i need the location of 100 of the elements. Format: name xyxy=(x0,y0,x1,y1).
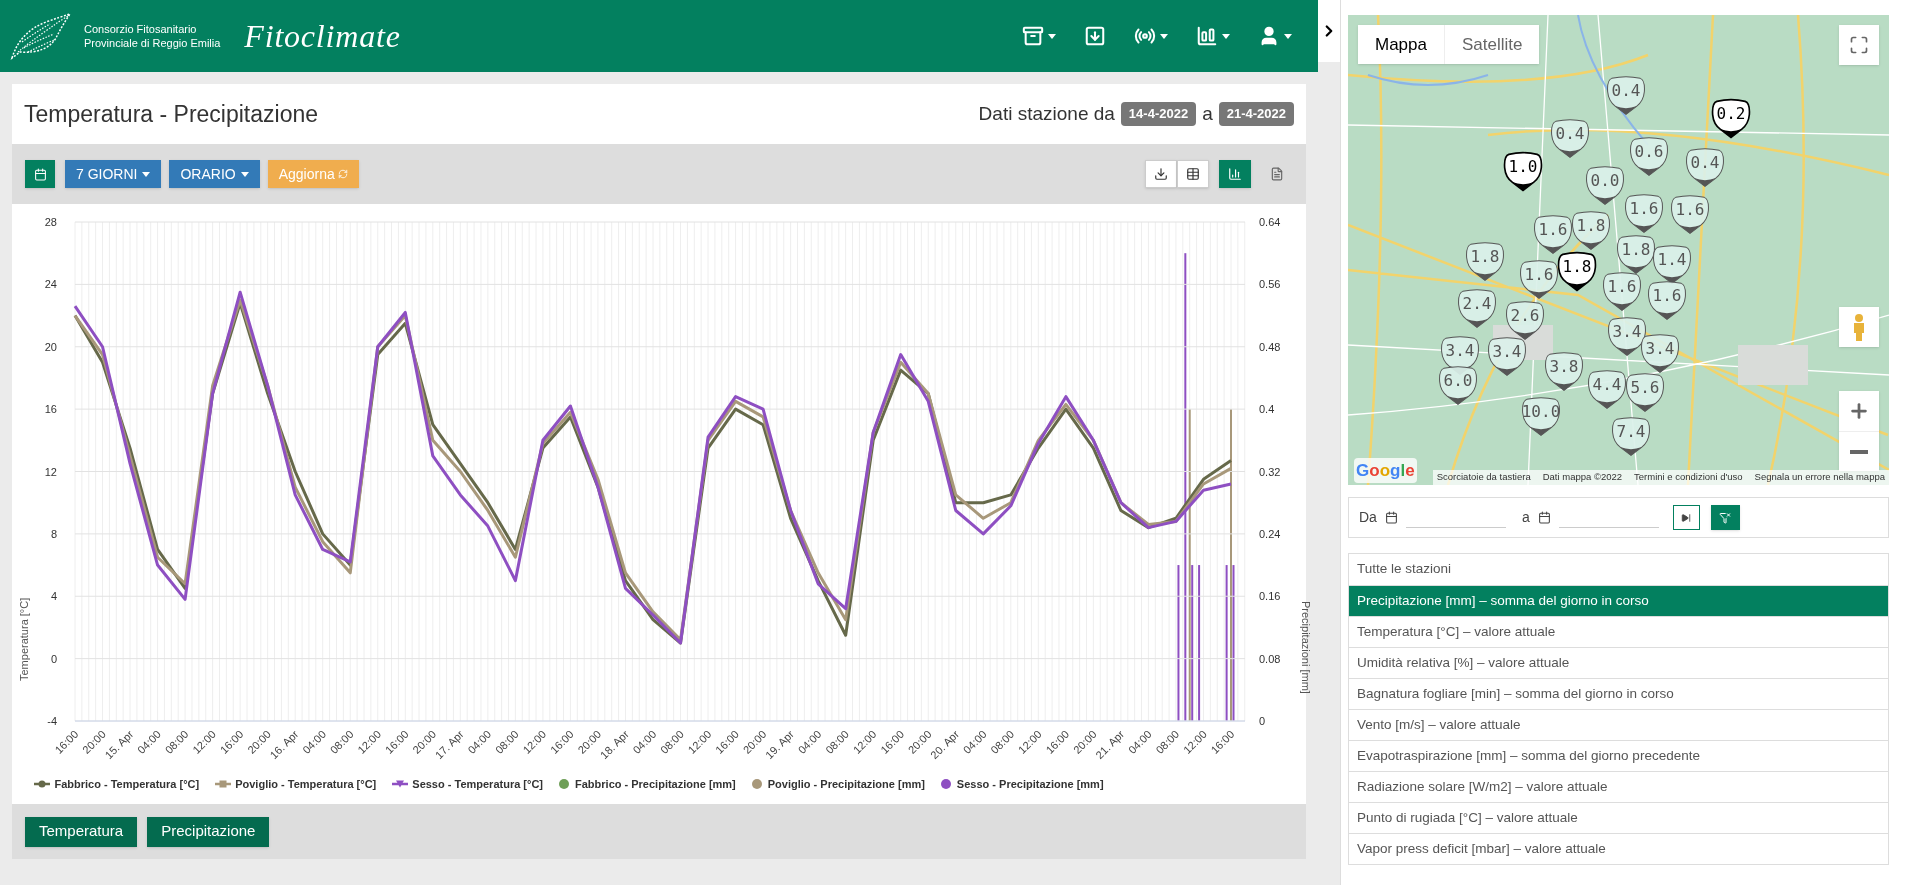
map-attribution-link[interactable]: Dati mappa ©2022 xyxy=(1542,470,1623,485)
leaf-logo-icon xyxy=(10,12,72,60)
map-marker[interactable]: 3.4 xyxy=(1487,336,1527,378)
caret-icon xyxy=(142,171,151,177)
map-marker[interactable]: 1.6 xyxy=(1519,259,1559,301)
axis-tick-label: 0 xyxy=(50,652,57,665)
legend-item[interactable]: Sesso - Precipitazione [mm] xyxy=(940,775,1104,793)
skip-end-button[interactable] xyxy=(1672,505,1700,530)
calendar-button[interactable] xyxy=(25,160,55,188)
map-marker[interactable]: 3.4 xyxy=(1607,316,1647,358)
broadcast-icon xyxy=(1134,25,1156,47)
filter-clear-icon xyxy=(1719,511,1732,524)
map-marker[interactable]: 0.0 xyxy=(1585,165,1625,207)
calendar-icon xyxy=(1537,511,1551,524)
legend-dot-icon xyxy=(559,779,570,789)
minus-icon xyxy=(1850,449,1868,454)
map-marker[interactable]: 3.8 xyxy=(1544,351,1584,393)
variable-list-item[interactable]: Precipitazione [mm] – somma del giorno in corso xyxy=(1349,585,1888,616)
axis-tick-label: 0.08 xyxy=(1259,652,1281,665)
map-marker[interactable]: 1.0 xyxy=(1503,151,1543,193)
calendar-icon xyxy=(33,167,47,181)
map-attribution-link[interactable]: Segnala un errore nella mappa xyxy=(1754,470,1885,485)
map-marker[interactable]: 0.4 xyxy=(1606,75,1646,117)
download-button[interactable] xyxy=(1145,160,1177,188)
header-menu-button[interactable] xyxy=(1134,25,1168,47)
map-marker[interactable]: 5.6 xyxy=(1625,372,1665,414)
clear-filter-button[interactable] xyxy=(1710,505,1740,530)
map-marker[interactable]: 0.6 xyxy=(1629,136,1669,178)
header-menu-button[interactable] xyxy=(1022,25,1056,47)
map-marker[interactable]: 2.4 xyxy=(1457,288,1497,330)
fullscreen-button[interactable] xyxy=(1839,25,1879,65)
download-icon xyxy=(1084,25,1106,47)
legend-item[interactable]: Fabbrico - Precipitazione [mm] xyxy=(559,775,736,793)
axis-tick-label: 0.4 xyxy=(1259,403,1275,416)
axis-tick-label: 0.16 xyxy=(1259,590,1281,603)
period-dropdown[interactable]: 7 GIORNI xyxy=(65,160,162,188)
map-marker[interactable]: 1.8 xyxy=(1557,251,1597,293)
legend-line-icon xyxy=(392,779,409,789)
google-logo: Google xyxy=(1354,457,1417,483)
map-marker[interactable]: 4.4 xyxy=(1587,369,1627,411)
map-marker[interactable]: 1.8 xyxy=(1571,210,1611,252)
fullscreen-icon xyxy=(1849,35,1869,55)
header-menu-button[interactable] xyxy=(1084,25,1106,47)
axis-tick-label: 16 xyxy=(44,403,57,416)
org-name: Consorzio Fitosanitario xyxy=(84,22,198,36)
table-icon xyxy=(1186,167,1200,181)
legend-line-icon xyxy=(34,779,51,789)
axis-tick-label: 0.32 xyxy=(1259,465,1281,478)
axis-title: Precipitazioni [mm] xyxy=(1300,601,1312,694)
map-marker[interactable]: 1.6 xyxy=(1602,271,1642,313)
legend-item[interactable]: Poviglio - Precipitazione [mm] xyxy=(751,775,925,793)
map-attribution-link[interactable]: Scorciatoie da tastiera xyxy=(1436,470,1531,485)
axis-tick-label: -4 xyxy=(47,715,57,727)
axis-title: Temperatura [°C] xyxy=(18,597,30,681)
resolution-dropdown[interactable]: ORARIO xyxy=(169,160,260,188)
caret-icon xyxy=(1284,33,1292,39)
axis-tick-label: 20 xyxy=(44,340,57,353)
map-marker[interactable]: 0.4 xyxy=(1685,147,1725,189)
map-type-tab[interactable]: Mappa xyxy=(1358,25,1444,64)
bar-chart-icon xyxy=(1196,25,1218,47)
legend-item[interactable]: Fabbrico - Temperatura [°C] xyxy=(34,775,200,793)
caret-icon xyxy=(1160,33,1168,39)
person-icon xyxy=(1852,313,1866,341)
chart-switch-button[interactable]: Temperatura xyxy=(25,816,138,847)
skip-end-icon xyxy=(1681,512,1692,523)
map-marker[interactable]: 2.6 xyxy=(1505,300,1545,342)
range-separator: a xyxy=(1202,101,1213,126)
app-title: Fitoclimate xyxy=(244,17,401,56)
map-marker[interactable]: 1.8 xyxy=(1616,234,1656,276)
chart-switch-button[interactable]: Precipitazione xyxy=(147,816,270,847)
download-icon xyxy=(1154,167,1168,181)
axis-tick-label: 0.48 xyxy=(1259,340,1281,353)
date-badge: 21-4-2022 xyxy=(1218,102,1294,126)
map-marker[interactable]: 1.6 xyxy=(1533,214,1573,256)
legend-item[interactable]: Sesso - Temperatura [°C] xyxy=(392,775,544,793)
map-type-tab[interactable]: Satellite xyxy=(1444,25,1540,64)
map-attribution-link[interactable]: Termini e condizioni d'uso xyxy=(1634,470,1743,485)
plus-icon xyxy=(1848,400,1870,422)
axis-tick-label: 0.64 xyxy=(1259,216,1281,228)
map-marker[interactable]: 0.4 xyxy=(1550,118,1590,160)
header-menu-button[interactable] xyxy=(1196,25,1230,47)
axis-tick-label: 28 xyxy=(44,216,57,228)
map-marker[interactable]: 1.6 xyxy=(1670,194,1710,236)
map-marker[interactable]: 6.0 xyxy=(1438,365,1478,407)
axis-tick-label: 8 xyxy=(50,527,57,540)
view-toggle-button[interactable] xyxy=(1219,160,1251,188)
map-marker[interactable]: 7.4 xyxy=(1611,416,1651,458)
map-marker[interactable]: 1.8 xyxy=(1465,241,1505,283)
calendar-icon xyxy=(1384,511,1398,524)
caret-icon xyxy=(240,171,249,177)
axis-tick-label: 0 xyxy=(1259,715,1266,727)
map-marker[interactable]: 1.6 xyxy=(1647,280,1687,322)
map-marker[interactable]: 1.6 xyxy=(1624,193,1664,235)
legend-item[interactable]: Poviglio - Temperatura [°C] xyxy=(215,775,377,793)
map-marker[interactable]: 0.2 xyxy=(1711,98,1751,140)
org-name: Provinciale di Reggio Emilia xyxy=(84,36,221,50)
map-marker[interactable]: 3.4 xyxy=(1640,333,1680,375)
range-label: Dati stazione da xyxy=(978,101,1115,126)
collapse-button[interactable] xyxy=(1318,0,1340,62)
caret-icon xyxy=(1048,33,1056,39)
